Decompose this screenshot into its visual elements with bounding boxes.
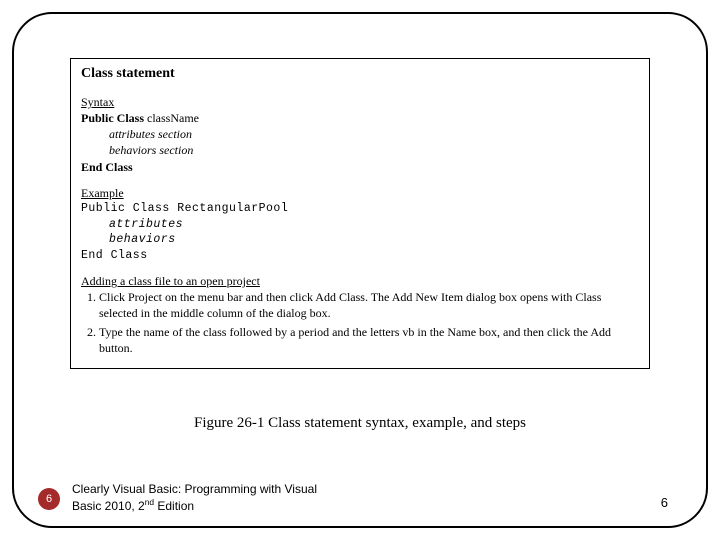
page-badge: 6 [38,488,60,510]
footer-sup: nd [145,497,154,507]
syntax-heading: Syntax [81,94,639,110]
syntax-end: End Class [81,159,639,175]
syntax-classname: className [144,111,199,125]
box-title: Class statement [81,65,639,84]
example-behaviors: behaviors [109,232,639,248]
example-end: End Class [81,248,639,264]
example-attributes: attributes [109,217,639,233]
syntax-keyword: Public Class [81,111,144,125]
page-number-right: 6 [661,495,668,510]
class-statement-box: Class statement Syntax Public Class clas… [70,58,650,369]
footer-line-2b: Edition [154,499,194,513]
step-2: Type the name of the class followed by a… [99,324,639,356]
footer-line-2a: Basic 2010, 2 [72,499,145,513]
footer-line-1: Clearly Visual Basic: Programming with V… [72,482,317,496]
example-line-1: Public Class RectangularPool [81,201,639,217]
steps-list: Click Project on the menu bar and then c… [99,289,639,356]
syntax-attributes: attributes section [109,126,639,142]
example-heading: Example [81,185,639,201]
figure-caption: Figure 26-1 Class statement syntax, exam… [0,415,720,432]
syntax-behaviors: behaviors section [109,142,639,158]
footer-text: Clearly Visual Basic: Programming with V… [72,482,352,515]
adding-heading: Adding a class file to an open project [81,273,639,289]
syntax-line-1: Public Class className [81,110,639,126]
step-1: Click Project on the menu bar and then c… [99,289,639,321]
